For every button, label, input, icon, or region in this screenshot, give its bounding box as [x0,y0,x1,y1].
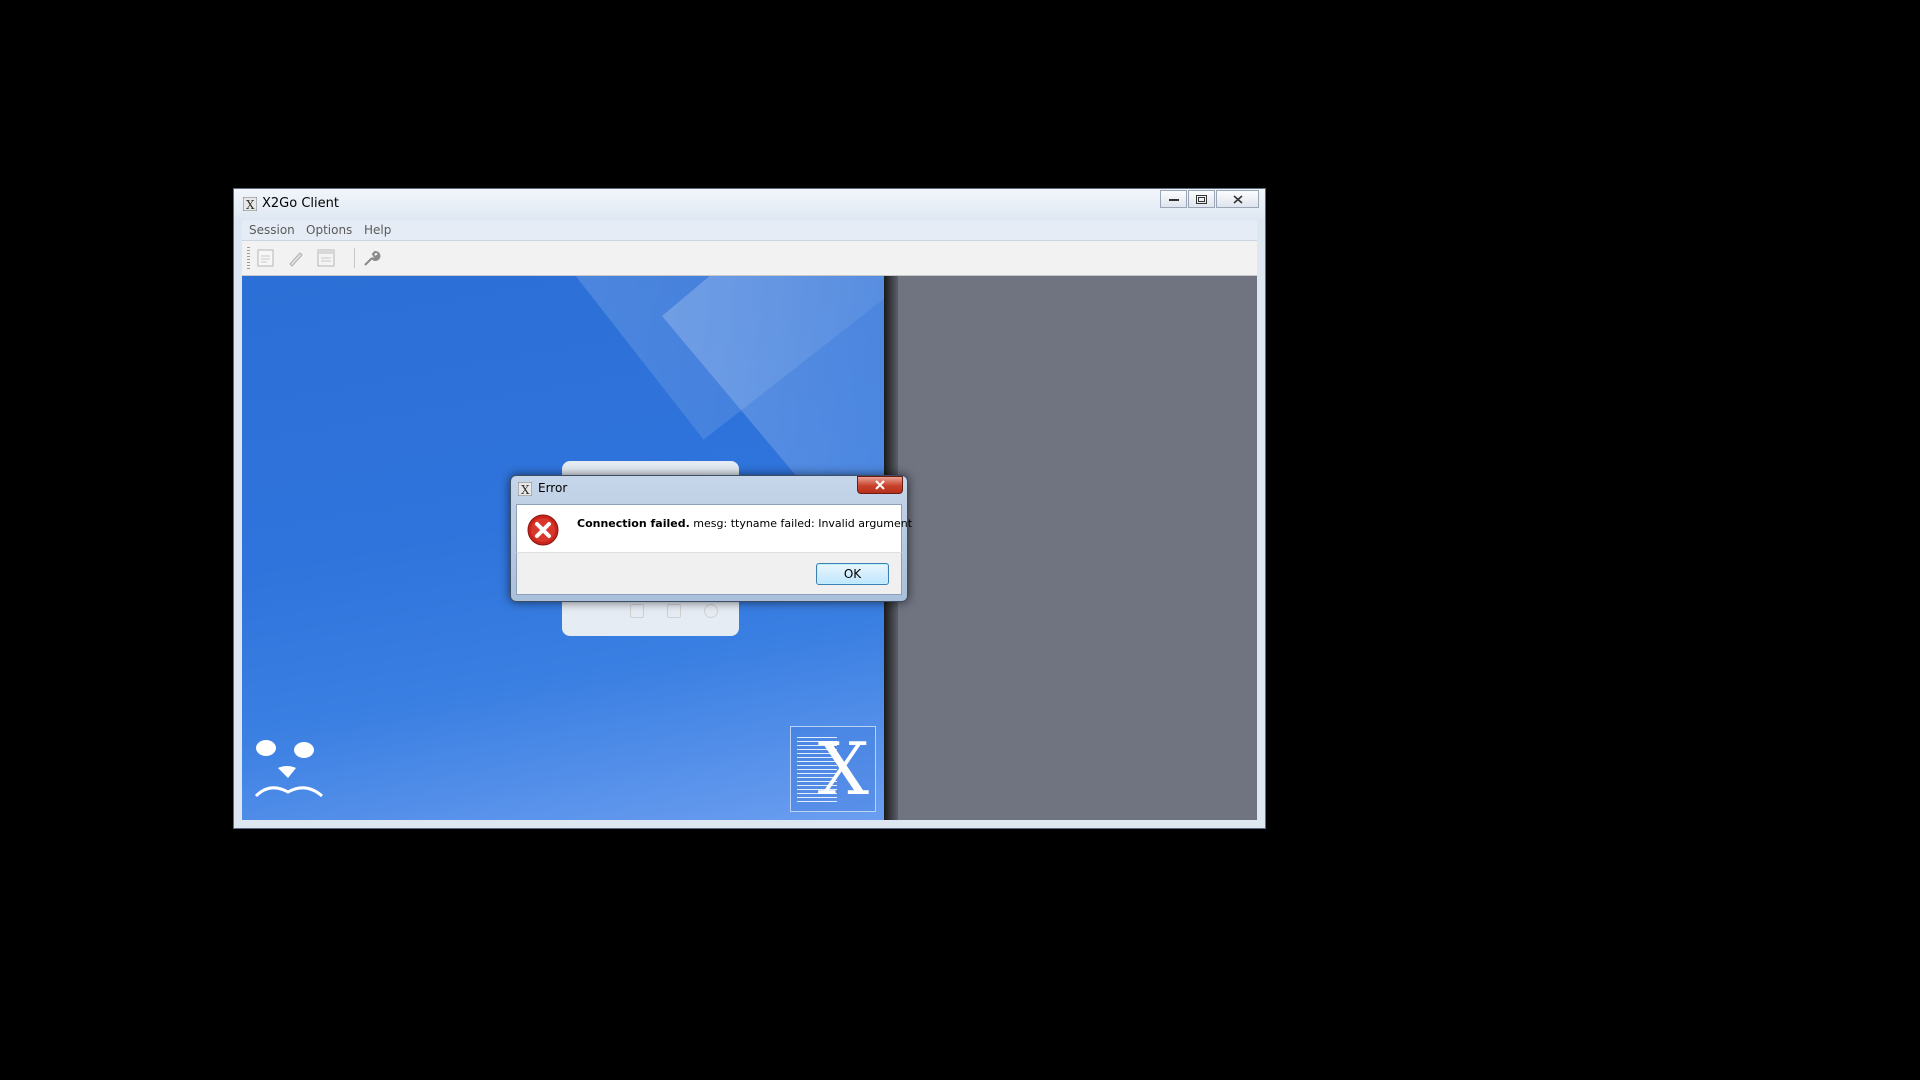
minimize-icon [1168,199,1179,201]
settings-wrench-icon[interactable] [359,247,383,269]
toolbar-grip [247,247,250,269]
window-title: X2Go Client [262,196,339,211]
session-list-icon[interactable] [314,247,338,269]
close-icon [1232,194,1243,204]
close-button[interactable] [1216,190,1259,208]
dialog-close-button[interactable] [857,476,903,494]
new-session-icon[interactable] [254,247,278,269]
menu-options[interactable]: Options [306,223,352,237]
menu-bar: Session Options Help [242,220,1257,241]
error-dialog: X Error Connection failed. mesg: ttyname… [510,475,912,602]
dialog-button-area: OK [516,552,902,595]
faint-icon [667,604,681,618]
x2go-logo: X [790,726,876,812]
maximize-button[interactable] [1188,190,1215,208]
restore-icon [1196,194,1207,204]
title-bar[interactable]: X X2Go Client [234,189,1265,219]
error-message-bold: Connection failed. [577,517,690,530]
toolbar-separator [354,248,355,268]
minimize-button[interactable] [1160,190,1187,208]
faint-icon [704,604,718,618]
error-icon [527,514,559,546]
svg-text:X: X [246,198,255,211]
logo-letter-x: X [817,727,869,811]
toolbar [242,241,1257,276]
dialog-app-icon: X [518,482,532,496]
dialog-message-area: Connection failed. mesg: ttyname failed:… [516,504,912,552]
error-message-detail: mesg: ttyname failed: Invalid argument [689,517,913,530]
menu-session[interactable]: Session [249,223,295,237]
faint-icon [630,604,644,618]
dialog-title: Error [538,481,568,495]
ok-button[interactable]: OK [816,563,889,585]
edit-session-icon[interactable] [284,247,308,269]
x2go-app-icon: X [243,197,257,211]
error-message: Connection failed. mesg: ttyname failed:… [577,517,912,530]
x2go-mascot-icon [254,740,323,798]
menu-help[interactable]: Help [364,223,391,237]
close-icon [875,480,885,490]
session-list-panel [898,276,1257,820]
svg-text:X: X [521,483,530,496]
